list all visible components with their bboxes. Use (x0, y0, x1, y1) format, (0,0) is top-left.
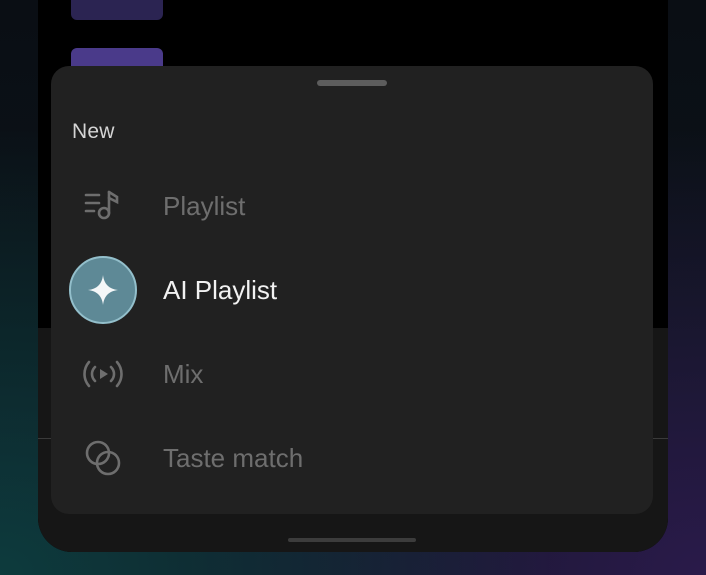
menu-item-playlist[interactable]: Playlist (51, 170, 653, 242)
playlist-icon (71, 174, 135, 238)
menu-item-ai-playlist[interactable]: AI Playlist (51, 254, 653, 326)
menu-item-label: Taste match (163, 442, 304, 473)
menu-item-taste-match[interactable]: Taste match (51, 422, 653, 494)
ai-playlist-icon-badge (69, 256, 137, 324)
broadcast-play-icon (71, 342, 135, 406)
menu-item-label: Playlist (163, 190, 246, 221)
sheet-title: New (72, 120, 115, 143)
home-indicator[interactable] (288, 538, 416, 542)
menu-item-label: AI Playlist (163, 274, 278, 305)
create-new-sheet: New Playlist AI Playlist Mix Taste match (51, 66, 653, 514)
album-thumbnail[interactable] (71, 0, 163, 20)
overlapping-circles-icon (71, 426, 135, 490)
sparkle-icon (69, 256, 137, 324)
menu-item-label: Mix (163, 358, 204, 389)
drag-handle[interactable] (317, 80, 387, 86)
menu-item-mix[interactable]: Mix (51, 338, 653, 410)
